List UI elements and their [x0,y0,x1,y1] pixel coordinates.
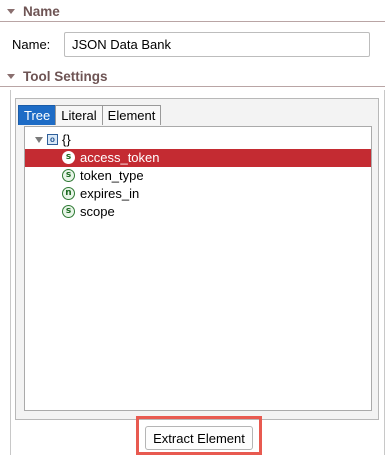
section-title-name: Name [23,3,60,19]
tool-settings-section-header[interactable]: Tool Settings [0,66,385,87]
string-icon: s [62,151,75,164]
tab-tree[interactable]: Tree [18,105,57,125]
collapse-triangle-icon[interactable] [7,8,15,14]
tree-root-label: {} [62,132,71,147]
tab-element[interactable]: Element [101,105,162,125]
extract-element-button[interactable]: Extract Element [145,426,253,450]
section-divider [0,21,385,22]
tree-item-label: scope [80,204,115,219]
tree-item-access-token[interactable]: s access_token [25,149,371,167]
tree-item-scope[interactable]: s scope [25,203,371,221]
collapse-triangle-icon[interactable] [7,73,15,79]
tool-settings-panel: Tree Literal Element o {} s access_token… [15,98,379,420]
json-tree-view[interactable]: o {} s access_token s token_type n expir… [24,126,372,411]
tree-item-token-type[interactable]: s token_type [25,167,371,185]
string-icon: s [62,205,75,218]
expand-triangle-icon[interactable] [35,137,43,143]
string-icon: s [62,169,75,182]
tree-item-label: access_token [80,150,160,165]
tree-item-expires-in[interactable]: n expires_in [25,185,371,203]
name-label: Name: [12,37,51,52]
tab-literal[interactable]: Literal [55,105,103,125]
object-icon: o [47,134,58,145]
section-divider [0,86,385,87]
number-icon: n [62,187,75,200]
tree-root-row[interactable]: o {} [25,131,371,149]
name-input[interactable] [64,32,370,57]
name-row: Name: [12,32,370,57]
tab-bar: Tree Literal Element [18,105,162,125]
tree-item-label: expires_in [80,186,140,201]
section-title-tool-settings: Tool Settings [23,68,108,84]
tree-item-label: token_type [80,168,144,183]
name-section-header[interactable]: Name [0,1,385,22]
panel-border-left [10,90,11,455]
